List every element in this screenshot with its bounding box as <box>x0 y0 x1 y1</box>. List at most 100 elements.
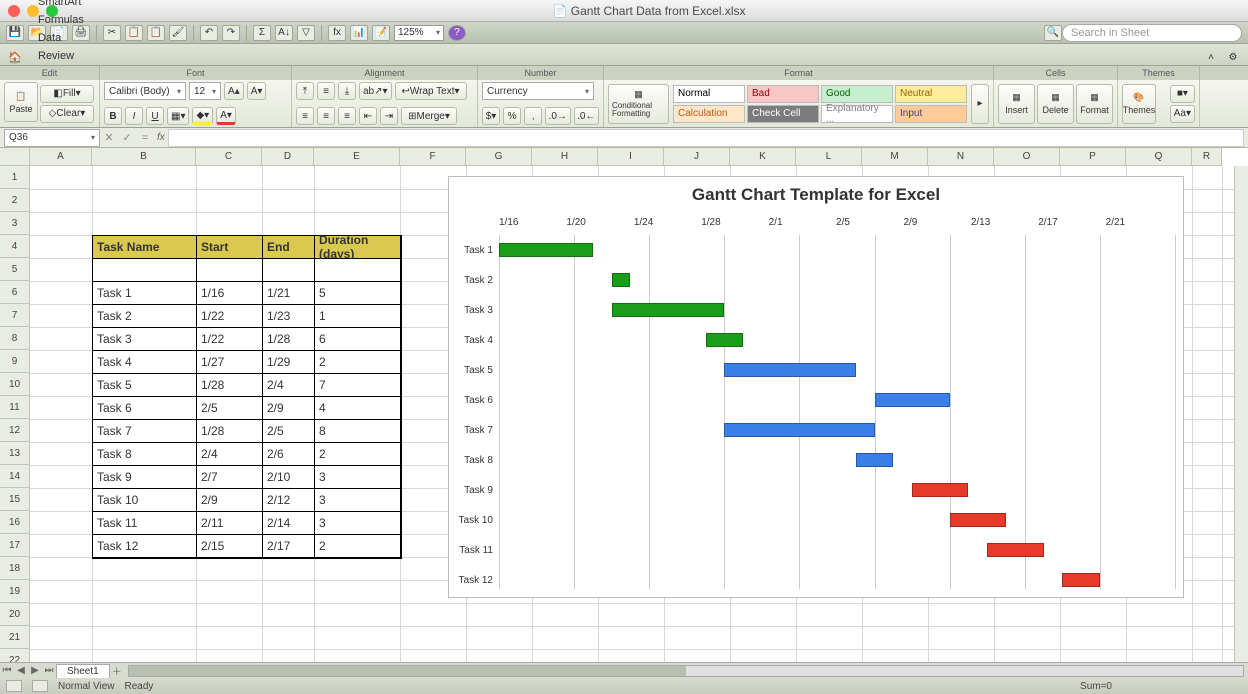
table-cell[interactable]: 2/11 <box>197 512 263 535</box>
orientation-button[interactable]: ab↗▾ <box>359 82 392 100</box>
name-box[interactable]: Q36▾ <box>4 129 100 147</box>
table-cell[interactable]: 1/23 <box>263 305 315 328</box>
wrap-text-button[interactable]: ↩ Wrap Text ▾ <box>395 82 467 100</box>
font-color-button[interactable]: A▾ <box>216 107 236 125</box>
style-explanatory[interactable]: Explanatory ... <box>821 105 893 123</box>
row-header[interactable]: 11 <box>0 396 30 419</box>
delete-button[interactable]: ▦Delete <box>1037 84 1074 124</box>
style-normal[interactable]: Normal <box>673 85 745 103</box>
task-data-table[interactable]: Task NameStartEndDuration (days)Task 11/… <box>92 235 402 559</box>
insert-function-icon[interactable]: = <box>136 130 154 146</box>
search-icon[interactable]: 🔍 <box>1044 25 1062 41</box>
indent-left-button[interactable]: ⇤ <box>359 107 377 125</box>
column-header[interactable]: J <box>664 148 730 166</box>
paste-button[interactable]: 📋Paste <box>4 82 38 122</box>
table-cell[interactable]: 2/12 <box>263 489 315 512</box>
vertical-scrollbar[interactable] <box>1234 166 1248 662</box>
home-icon[interactable]: 🏠 <box>6 49 24 65</box>
format-painter-icon[interactable]: 🖌 <box>169 25 187 41</box>
table-cell[interactable]: Task 6 <box>93 397 197 420</box>
table-cell[interactable]: 1/28 <box>263 328 315 351</box>
ribbon-settings-icon[interactable]: ⚙ <box>1224 49 1242 65</box>
gantt-bar[interactable] <box>706 333 744 347</box>
column-header[interactable]: K <box>730 148 796 166</box>
autosum-icon[interactable]: Σ <box>253 25 271 41</box>
column-header[interactable]: I <box>598 148 664 166</box>
table-cell[interactable]: 2/17 <box>263 535 315 558</box>
first-sheet-button[interactable]: ⏮ <box>0 665 14 676</box>
formula-input[interactable] <box>168 129 1244 147</box>
table-header-cell[interactable]: Task Name <box>93 236 197 259</box>
row-header[interactable]: 18 <box>0 557 30 580</box>
align-middle-button[interactable]: ≡ <box>317 82 335 100</box>
table-cell[interactable]: Task 5 <box>93 374 197 397</box>
column-header[interactable]: L <box>796 148 862 166</box>
table-cell[interactable]: Task 12 <box>93 535 197 558</box>
column-header[interactable]: D <box>262 148 314 166</box>
cancel-formula-icon[interactable]: ✕ <box>100 130 118 146</box>
row-header[interactable]: 14 <box>0 465 30 488</box>
table-cell[interactable]: Task 8 <box>93 443 197 466</box>
conditional-formatting-button[interactable]: ▦Conditional Formatting <box>608 84 669 124</box>
row-header[interactable]: 6 <box>0 281 30 304</box>
row-header[interactable]: 17 <box>0 534 30 557</box>
format-button[interactable]: ▦Format <box>1076 84 1113 124</box>
row-header[interactable]: 12 <box>0 419 30 442</box>
help-icon[interactable]: ? <box>448 25 466 41</box>
table-cell[interactable]: 1/22 <box>197 305 263 328</box>
column-header[interactable]: P <box>1060 148 1126 166</box>
align-center-button[interactable]: ≡ <box>317 107 335 125</box>
column-header[interactable]: A <box>30 148 92 166</box>
fill-color-button[interactable]: ◆▾ <box>192 107 213 125</box>
select-all-corner[interactable] <box>0 148 30 166</box>
bold-button[interactable]: B <box>104 107 122 125</box>
row-header[interactable]: 15 <box>0 488 30 511</box>
align-right-button[interactable]: ≡ <box>338 107 356 125</box>
theme-colors-button[interactable]: ■▾ <box>1170 85 1195 103</box>
search-input[interactable]: Search in Sheet <box>1062 24 1242 42</box>
font-size-select[interactable]: 12▾ <box>189 82 221 100</box>
sort-icon[interactable]: A↓ <box>275 25 293 41</box>
row-header[interactable]: 9 <box>0 350 30 373</box>
row-header[interactable]: 1 <box>0 166 30 189</box>
table-cell[interactable]: 3 <box>315 512 401 535</box>
gantt-bar[interactable] <box>612 273 631 287</box>
insert-button[interactable]: ▦Insert <box>998 84 1035 124</box>
comma-button[interactable]: , <box>524 107 542 125</box>
table-cell[interactable]: 1 <box>315 305 401 328</box>
ribbon-tab-review[interactable]: Review <box>28 47 94 65</box>
row-header[interactable]: 3 <box>0 212 30 235</box>
spreadsheet-grid[interactable]: ABCDEFGHIJKLMNOPQR 123456789101112131415… <box>0 148 1248 662</box>
table-cell[interactable]: 1/21 <box>263 282 315 305</box>
table-cell[interactable] <box>315 259 401 282</box>
column-header[interactable]: M <box>862 148 928 166</box>
table-cell[interactable]: 2/15 <box>197 535 263 558</box>
font-name-select[interactable]: Calibri (Body)▾ <box>104 82 186 100</box>
column-header[interactable]: H <box>532 148 598 166</box>
style-checkcell[interactable]: Check Cell <box>747 105 819 123</box>
redo-icon[interactable]: ↷ <box>222 25 240 41</box>
collapse-ribbon-icon[interactable]: ˄ <box>1202 49 1220 65</box>
clear-button[interactable]: ◇ Clear ▾ <box>40 105 94 123</box>
table-cell[interactable]: 2/14 <box>263 512 315 535</box>
row-header[interactable]: 5 <box>0 258 30 281</box>
table-cell[interactable]: 1/29 <box>263 351 315 374</box>
review-icon[interactable]: 📝 <box>372 25 390 41</box>
gantt-bar[interactable] <box>912 483 968 497</box>
accept-formula-icon[interactable]: ✓ <box>118 130 136 146</box>
table-cell[interactable] <box>197 259 263 282</box>
table-cell[interactable]: 3 <box>315 489 401 512</box>
row-header[interactable]: 16 <box>0 511 30 534</box>
gantt-bar[interactable] <box>950 513 1006 527</box>
table-cell[interactable]: 2/5 <box>263 420 315 443</box>
table-cell[interactable]: 1/28 <box>197 420 263 443</box>
number-format-select[interactable]: Currency▾ <box>482 82 594 100</box>
column-header[interactable]: N <box>928 148 994 166</box>
style-neutral[interactable]: Neutral <box>895 85 967 103</box>
table-header-cell[interactable]: Start <box>197 236 263 259</box>
column-header[interactable]: C <box>196 148 262 166</box>
ribbon-tab-data[interactable]: Data <box>28 29 94 47</box>
table-cell[interactable]: Task 2 <box>93 305 197 328</box>
increase-decimal-button[interactable]: .0→ <box>545 107 570 125</box>
decrease-decimal-button[interactable]: .0← <box>574 107 599 125</box>
